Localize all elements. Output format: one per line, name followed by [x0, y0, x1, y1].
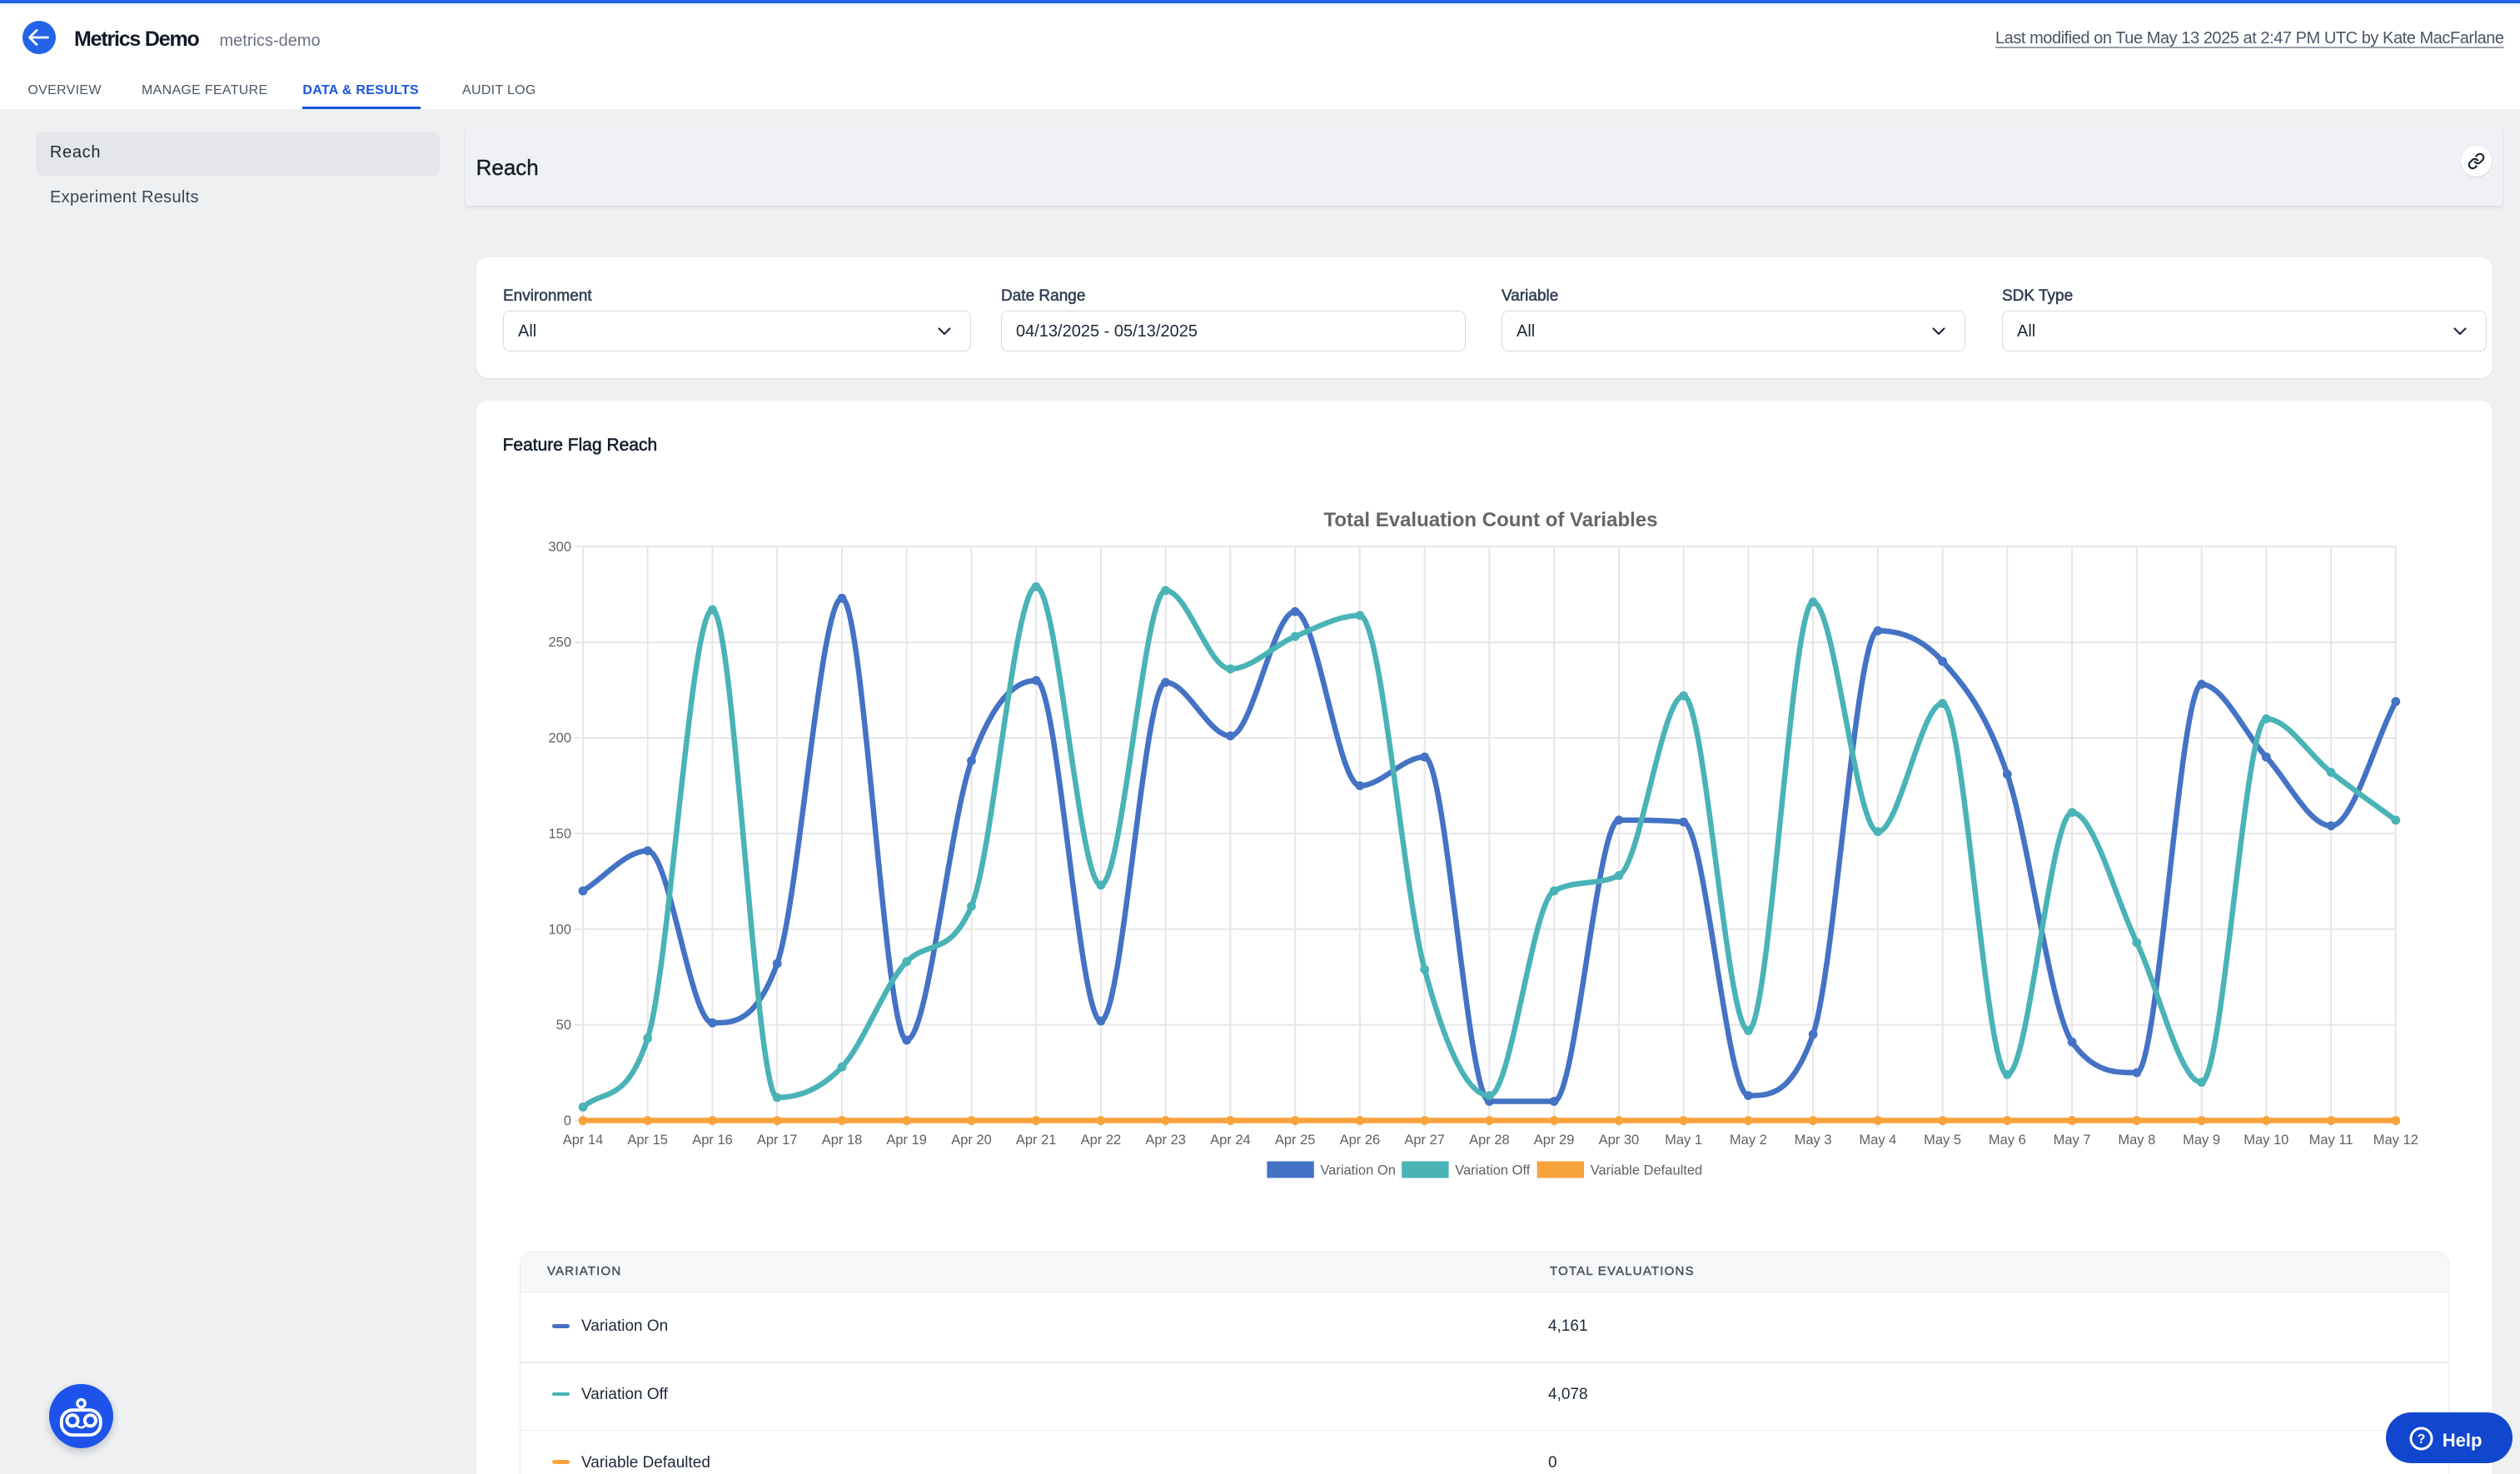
svg-text:Apr 14: Apr 14	[563, 1133, 604, 1148]
svg-text:Apr 21: Apr 21	[1016, 1133, 1057, 1148]
svg-text:Apr 20: Apr 20	[951, 1133, 992, 1148]
svg-text:Apr 26: Apr 26	[1340, 1133, 1381, 1148]
svg-text:Apr 23: Apr 23	[1145, 1133, 1186, 1148]
svg-text:May 5: May 5	[1924, 1133, 1961, 1148]
svg-text:0: 0	[564, 1113, 571, 1128]
svg-text:200: 200	[548, 731, 571, 746]
svg-text:Apr 27: Apr 27	[1404, 1133, 1445, 1148]
svg-text:Apr 15: Apr 15	[627, 1133, 668, 1148]
svg-text:May 8: May 8	[2118, 1133, 2155, 1148]
svg-text:May 4: May 4	[1859, 1133, 1896, 1148]
svg-text:Variable Defaulted: Variable Defaulted	[1591, 1163, 1703, 1178]
svg-text:Variation Off: Variation Off	[1455, 1163, 1531, 1178]
svg-text:May 11: May 11	[2309, 1133, 2353, 1148]
svg-text:?: ?	[2418, 1432, 2426, 1447]
svg-text:Apr 24: Apr 24	[1210, 1133, 1251, 1148]
svg-text:Apr 19: Apr 19	[886, 1133, 927, 1148]
svg-text:Apr 18: Apr 18	[822, 1133, 863, 1148]
svg-text:May 12: May 12	[2373, 1133, 2418, 1148]
svg-text:50: 50	[556, 1018, 571, 1033]
svg-text:300: 300	[548, 540, 571, 555]
svg-text:May 3: May 3	[1795, 1133, 1832, 1148]
svg-text:Variation On: Variation On	[1320, 1163, 1396, 1178]
svg-text:May 6: May 6	[1989, 1133, 2026, 1148]
svg-text:100: 100	[548, 922, 571, 937]
svg-text:Apr 17: Apr 17	[757, 1133, 798, 1148]
svg-text:Total Evaluation Count of Vari: Total Evaluation Count of Variables	[1324, 509, 1658, 531]
svg-text:Apr 25: Apr 25	[1275, 1133, 1316, 1148]
svg-text:250: 250	[548, 635, 571, 650]
svg-text:Apr 22: Apr 22	[1081, 1133, 1122, 1148]
svg-text:Apr 29: Apr 29	[1534, 1133, 1575, 1148]
svg-text:May 10: May 10	[2244, 1133, 2288, 1148]
svg-text:May 7: May 7	[2054, 1133, 2091, 1148]
svg-text:Apr 16: Apr 16	[692, 1133, 733, 1148]
svg-text:May 9: May 9	[2183, 1133, 2220, 1148]
svg-text:May 1: May 1	[1665, 1133, 1702, 1148]
svg-text:Apr 30: Apr 30	[1599, 1133, 1640, 1148]
svg-text:Apr 28: Apr 28	[1469, 1133, 1510, 1148]
svg-text:150: 150	[548, 826, 571, 841]
svg-text:May 2: May 2	[1730, 1133, 1767, 1148]
